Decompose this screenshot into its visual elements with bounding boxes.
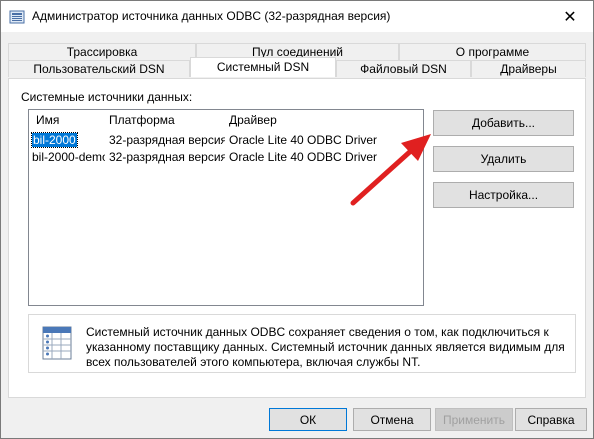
close-icon: ✕ [563, 8, 577, 26]
title-bar: Администратор источника данных ODBC (32-… [1, 1, 593, 32]
odbc-window: Администратор источника данных ODBC (32-… [0, 0, 594, 439]
column-header-name[interactable]: Имя [36, 113, 59, 127]
odbc-icon [9, 10, 25, 24]
help-button[interactable]: Справка [515, 408, 587, 431]
remove-button[interactable]: Удалить [433, 146, 574, 172]
column-header-platform[interactable]: Платформа [109, 113, 175, 127]
configure-button[interactable]: Настройка... [433, 182, 574, 208]
cancel-button[interactable]: Отмена [353, 408, 431, 431]
red-arrow [350, 134, 431, 206]
dsn-platform-cell: 32-разрядная версия [109, 133, 225, 147]
tab-strip: Трассировка Пул соединений О программе П… [1, 32, 593, 78]
dsn-name-cell[interactable]: bil-2000 [31, 132, 78, 148]
apply-button[interactable]: Применить [435, 408, 513, 431]
column-header-driver[interactable]: Драйвер [229, 113, 277, 127]
database-table-icon [42, 326, 72, 360]
tab-user-dsn[interactable]: Пользовательский DSN [8, 60, 190, 77]
add-button[interactable]: Добавить... [433, 110, 574, 136]
close-button[interactable]: ✕ [547, 1, 593, 32]
system-dsn-panel: Системные источники данных: Имя Платформ… [8, 78, 586, 398]
window-title: Администратор источника данных ODBC (32-… [32, 9, 391, 23]
tab-system-dsn[interactable]: Системный DSN [190, 57, 336, 77]
ok-button[interactable]: ОК [269, 408, 347, 431]
tab-drivers[interactable]: Драйверы [471, 60, 586, 77]
dsn-name-cell[interactable]: bil-2000-demo [32, 150, 105, 164]
info-text: Системный источник данных ODBC сохраняет… [86, 325, 565, 369]
info-box: Системный источник данных ODBC сохраняет… [28, 314, 576, 373]
tab-about[interactable]: О программе [399, 43, 586, 60]
system-dsn-label: Системные источники данных: [21, 90, 193, 104]
dsn-platform-cell: 32-разрядная версия [109, 150, 225, 164]
tab-file-dsn[interactable]: Файловый DSN [336, 60, 471, 77]
tab-tracing[interactable]: Трассировка [8, 43, 196, 60]
